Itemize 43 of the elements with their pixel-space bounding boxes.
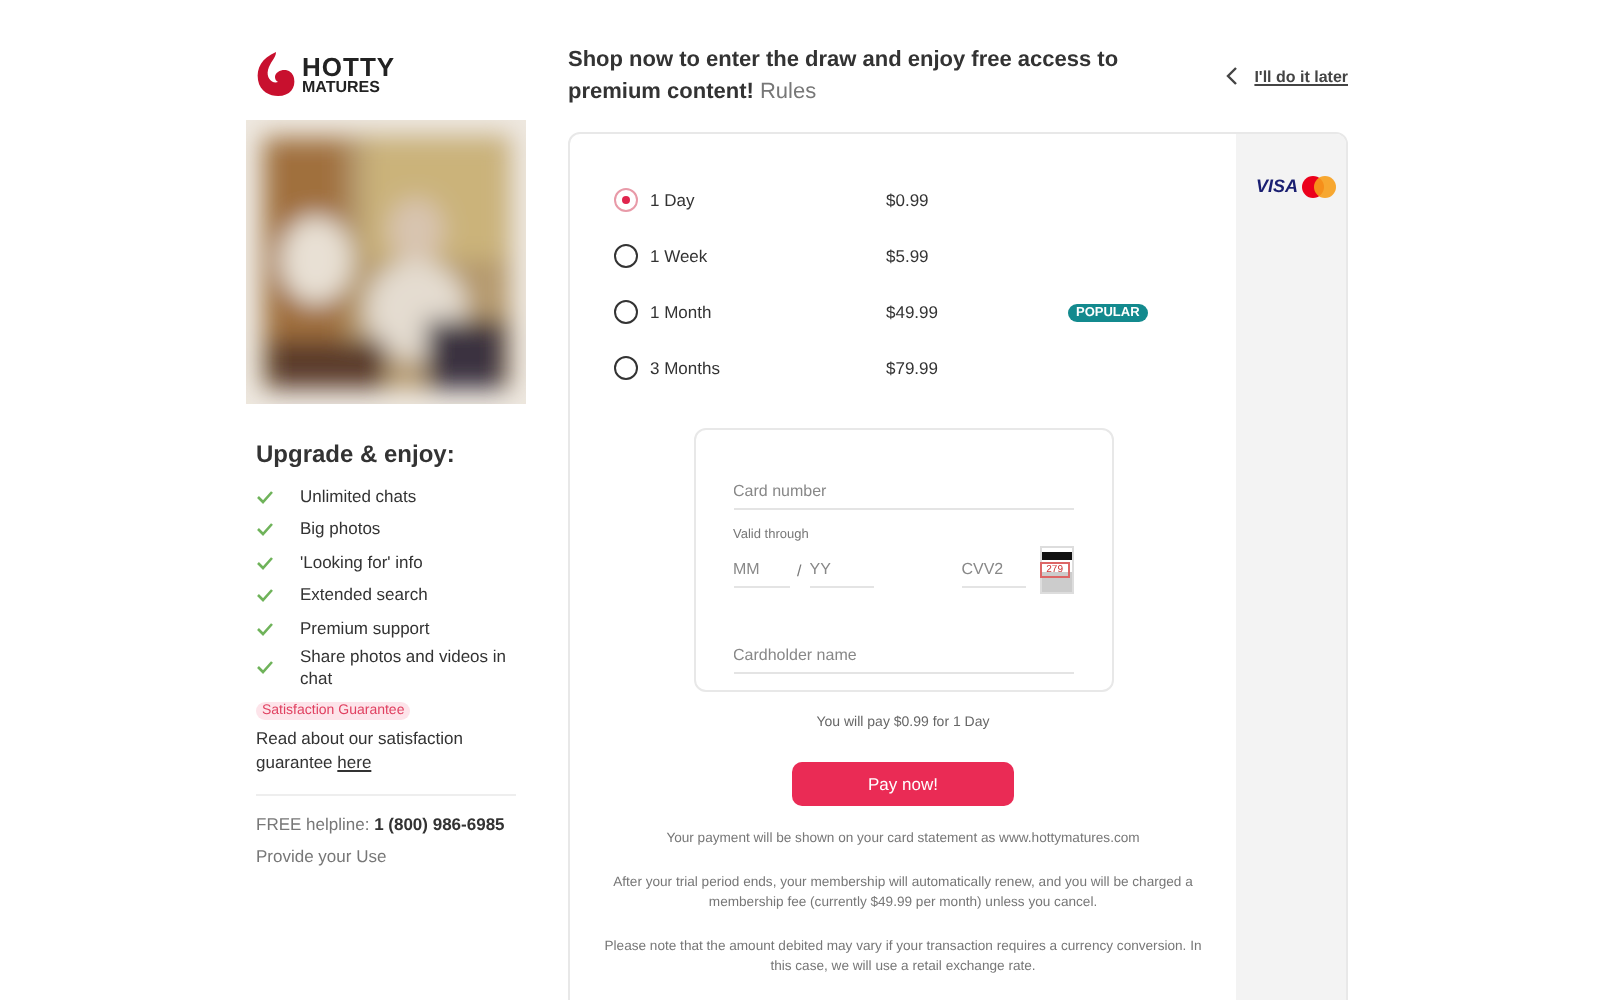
- plan-price: $79.99: [886, 358, 940, 378]
- benefit-text: Premium support: [300, 617, 432, 640]
- benefit-text: Extended search: [300, 584, 430, 607]
- cardholder-field[interactable]: Cardholder name: [733, 638, 1073, 674]
- rules-link[interactable]: Rules: [759, 80, 817, 104]
- back-chevron-icon: [1226, 66, 1239, 86]
- visa-logo: VISA: [1255, 176, 1298, 198]
- plan-price: $0.99: [886, 190, 931, 210]
- provide-text: Provide your Use: [256, 845, 389, 865]
- plan-option[interactable]: 1 Week $5.99: [614, 228, 1236, 284]
- guarantee-link[interactable]: here: [337, 751, 372, 771]
- date-separator: /: [797, 561, 802, 579]
- logo-subtext: MATURES: [302, 79, 382, 95]
- benefit-text: 'Looking for' info: [300, 551, 425, 574]
- cvv-field[interactable]: CVV2: [961, 552, 1026, 588]
- benefit-text: Unlimited chats: [300, 485, 419, 508]
- benefits-heading: Upgrade & enjoy:: [256, 440, 457, 468]
- guarantee-text: Read about our satisfaction guarantee here: [256, 725, 465, 773]
- plan-label: 1 Week: [650, 246, 710, 266]
- skip-link[interactable]: I'll do it later: [1254, 67, 1348, 85]
- plan-price: $49.99: [886, 302, 940, 322]
- benefit-text: Share photos and videos in chat: [300, 645, 509, 689]
- radio-button[interactable]: [614, 244, 638, 268]
- plan-option[interactable]: 1 Day $0.99: [614, 172, 1236, 228]
- radio-button[interactable]: [614, 188, 638, 212]
- mastercard-icon: [1302, 176, 1336, 198]
- benefit-text: Big photos: [300, 518, 383, 541]
- pay-button[interactable]: Pay now!: [792, 762, 1014, 806]
- plan-option[interactable]: 3 Months $79.99: [614, 340, 1236, 396]
- logo-flame-icon: [254, 50, 298, 98]
- helpline-text: FREE helpline: 1 (800) 986-6985: [256, 813, 507, 833]
- card-number-field[interactable]: Card number: [733, 474, 1073, 510]
- radio-button[interactable]: [614, 300, 638, 324]
- year-field[interactable]: YY: [809, 552, 874, 588]
- month-field[interactable]: MM: [733, 552, 789, 588]
- radio-button[interactable]: [614, 356, 638, 380]
- plan-label: 3 Months: [650, 358, 722, 378]
- plan-label: 1 Day: [650, 190, 697, 210]
- headline-text: Shop now to enter the draw and enjoy free access to premium content! Rules: [568, 46, 1121, 108]
- plan-price: $5.99: [886, 246, 931, 266]
- logo-text: HOTTY: [302, 53, 396, 79]
- plan-label: 1 Month: [650, 302, 714, 322]
- checkmark-icon: [256, 660, 274, 674]
